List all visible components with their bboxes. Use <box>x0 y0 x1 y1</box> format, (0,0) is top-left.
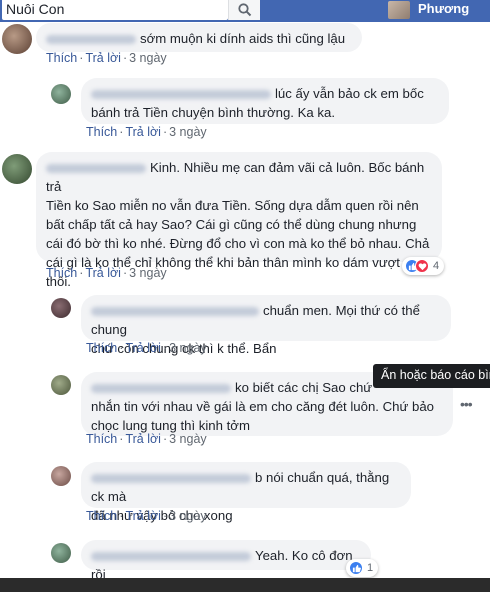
comment-text: sớm muộn ki dính aids thì cũng lậu <box>140 31 346 46</box>
comment-bubble: chuẩn men. Mọi thứ có thể chung chứ còn … <box>81 295 451 356</box>
reaction-summary[interactable]: 4 <box>402 257 445 275</box>
comment-actions: Thích · Trả lời · 3 ngày <box>46 51 167 65</box>
more-options-icon[interactable]: ••• <box>460 396 473 412</box>
like-link[interactable]: Thích <box>86 509 117 523</box>
search-input-value: Nuôi Con <box>6 1 65 17</box>
bottom-edge-bar <box>0 578 490 592</box>
love-reaction-icon <box>415 259 429 273</box>
comment-text-line: lúc ấy vẫn bảo ck em bốc <box>275 86 424 101</box>
commenter-name-blurred[interactable] <box>46 164 146 174</box>
like-link[interactable]: Thích <box>46 266 77 280</box>
timestamp[interactable]: 3 ngày <box>169 509 207 523</box>
comment-actions: Thích · Trả lời · 3 ngày <box>46 266 167 280</box>
comment-actions: Thích · Trả lời · 3 ngày <box>86 432 207 446</box>
search-input[interactable]: Nuôi Con <box>2 0 228 20</box>
comment-text-line: Tiền ko Sao miễn no vẫn đưa Tiền. Sống d… <box>46 198 419 213</box>
reply-link[interactable]: Trả lời <box>125 432 161 446</box>
comment-bubble: b nói chuẩn quá, thằng ck mà đã như vậy … <box>81 462 411 523</box>
like-link[interactable]: Thích <box>86 341 117 355</box>
reaction-summary[interactable]: 1 <box>346 559 379 577</box>
avatar[interactable] <box>2 24 32 54</box>
avatar[interactable] <box>51 543 71 563</box>
avatar[interactable] <box>51 298 71 318</box>
avatar[interactable] <box>51 375 71 395</box>
reaction-count: 4 <box>433 260 440 272</box>
commenter-name-blurred[interactable] <box>91 474 251 484</box>
commenter-name-blurred[interactable] <box>91 90 271 100</box>
commenter-name-blurred[interactable] <box>91 307 259 317</box>
timestamp[interactable]: 3 ngày <box>129 266 167 280</box>
comment-text-line: ko biết các chị Sao chứ <box>235 380 373 395</box>
avatar[interactable] <box>2 154 32 184</box>
like-reaction-icon <box>349 561 363 575</box>
commenter-name-blurred[interactable] <box>46 35 136 45</box>
commenter-name-blurred[interactable] <box>91 384 231 394</box>
comment-bubble: Yeah. Ko cô đơn rồi <box>81 540 371 582</box>
comment-actions: Thích · Trả lời · 3 ngày <box>86 125 207 139</box>
timestamp[interactable]: 3 ngày <box>169 432 207 446</box>
comment-bubble: sớm muộn ki dính aids thì cũng lậu <box>36 23 362 52</box>
reply-link[interactable]: Trả lời <box>85 266 121 280</box>
comment-actions: Thích · Trả lời · 3 ngày <box>86 509 207 523</box>
top-navigation-bar: Nuôi Con Phương <box>0 0 490 22</box>
reply-link[interactable]: Trả lời <box>85 51 121 65</box>
timestamp[interactable]: 3 ngày <box>169 341 207 355</box>
avatar[interactable] <box>51 466 71 486</box>
search-button[interactable] <box>228 0 260 20</box>
hide-or-report-tooltip: Ẩn hoặc báo cáo bình luận <box>373 364 490 388</box>
reply-link[interactable]: Trả lời <box>125 509 161 523</box>
avatar[interactable] <box>51 84 71 104</box>
comment-text-line: bất chấp tất cả hay Sao? Cái gì cũng có … <box>46 217 417 232</box>
profile-avatar <box>388 1 410 19</box>
reply-link[interactable]: Trả lời <box>125 125 161 139</box>
like-link[interactable]: Thích <box>46 51 77 65</box>
comment-text-line: bánh trả Tiền chuyện bình thường. Ka ka. <box>91 105 336 120</box>
search-icon <box>238 3 252 17</box>
comment-text-line: cái đó bờ thì ko nhé. Đừng đổ cho vì con… <box>46 236 430 251</box>
reply-link[interactable]: Trả lời <box>125 341 161 355</box>
profile-name: Phương <box>418 1 470 16</box>
commenter-name-blurred[interactable] <box>91 552 251 562</box>
reaction-count: 1 <box>367 562 374 574</box>
timestamp[interactable]: 3 ngày <box>169 125 207 139</box>
like-link[interactable]: Thích <box>86 125 117 139</box>
comment-text-line: nhắn tin với nhau về gái là em cho căng … <box>91 399 434 414</box>
comment-bubble: lúc ấy vẫn bảo ck em bốc bánh trả Tiền c… <box>81 78 449 124</box>
comment-actions: Thích · Trả lời · 3 ngày <box>86 341 207 355</box>
like-link[interactable]: Thích <box>86 432 117 446</box>
comment-bubble: Kinh. Nhiều mẹ can đảm vãi cả luôn. Bốc … <box>36 152 442 289</box>
timestamp[interactable]: 3 ngày <box>129 51 167 65</box>
